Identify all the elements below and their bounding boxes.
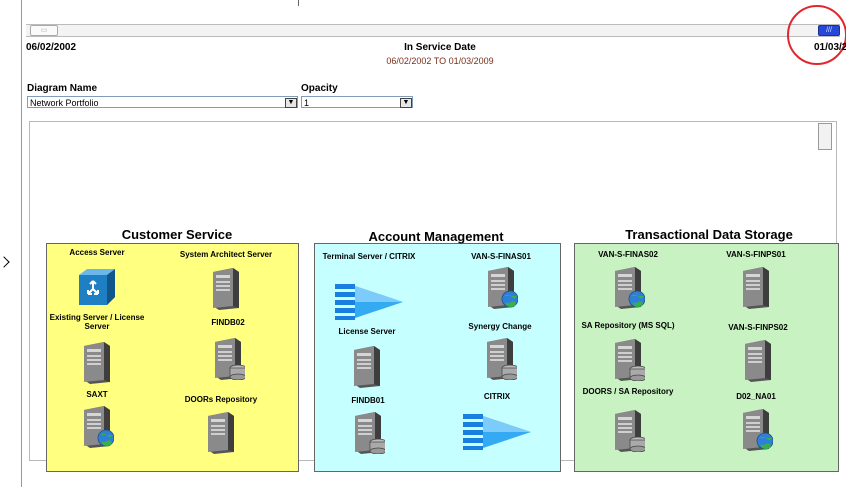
node-label: License Server: [338, 327, 396, 336]
database-server-icon[interactable]: [483, 336, 519, 385]
diagram-name-select[interactable]: Network Portfolio ▼: [27, 96, 298, 108]
database-server-icon[interactable]: [351, 410, 387, 459]
in-service-date-title: In Service Date: [404, 42, 476, 53]
node-label: FINDB01: [351, 396, 385, 405]
opacity-select[interactable]: 1 ▼: [301, 96, 413, 108]
node-label: Synergy Change: [468, 322, 532, 331]
start-date: 06/02/2002: [26, 42, 77, 53]
node-label: DOORs Repository: [184, 395, 258, 404]
web-server-icon[interactable]: [739, 407, 774, 456]
node-label: VAN-S-FINPS01: [726, 250, 786, 259]
server-icon[interactable]: [204, 410, 238, 459]
node-label: FINDB02: [211, 318, 245, 327]
diagram-name-value: Network Portfolio: [30, 98, 99, 108]
chevron-down-icon[interactable]: ▼: [285, 98, 297, 108]
end-date: 01/03/2009: [814, 42, 846, 53]
server-icon[interactable]: [741, 338, 775, 387]
node-label: Access Server: [69, 248, 125, 257]
stream-icon[interactable]: [333, 280, 405, 327]
node-label: Terminal Server / CITRIX: [322, 252, 416, 261]
web-server-icon[interactable]: [484, 265, 519, 314]
node-label: SAXT: [86, 390, 108, 399]
web-server-icon[interactable]: [80, 404, 115, 453]
database-server-icon[interactable]: [211, 336, 247, 385]
frame-border: [21, 0, 22, 487]
chevron-down-icon[interactable]: ▼: [400, 98, 412, 108]
node-label: CITRIX: [483, 392, 511, 401]
opacity-label: Opacity: [301, 83, 338, 94]
slider-start-handle[interactable]: ▭: [30, 25, 58, 36]
group-title: Customer Service: [121, 227, 233, 242]
opacity-value: 1: [304, 98, 310, 108]
database-server-icon[interactable]: [611, 337, 647, 386]
frame-tick: [298, 0, 299, 6]
pointer-arrow-icon: [0, 256, 10, 268]
node-label: VAN-S-FINPS02: [728, 323, 788, 332]
node-label: SA Repository (MS SQL): [581, 321, 675, 330]
web-server-icon[interactable]: [611, 265, 646, 314]
server-icon[interactable]: [80, 340, 114, 389]
group-title: Account Management: [368, 229, 504, 244]
stream-icon[interactable]: [461, 410, 533, 457]
date-slider-track[interactable]: [26, 24, 840, 37]
server-icon[interactable]: [350, 344, 384, 393]
node-label: VAN-S-FINAS01: [471, 252, 531, 261]
scrollbar-thumb[interactable]: [818, 123, 832, 150]
switch-icon[interactable]: [77, 267, 117, 312]
node-label: D02_NA01: [736, 392, 776, 401]
server-icon[interactable]: [209, 266, 243, 315]
server-icon[interactable]: [739, 265, 773, 314]
node-label: DOORS / SA Repository: [582, 387, 674, 396]
date-range: 06/02/2002 TO 01/03/2009: [386, 56, 494, 66]
group-title: Transactional Data Storage: [625, 227, 793, 242]
node-label: VAN-S-FINAS02: [598, 250, 658, 259]
node-label: Existing Server / License Server: [49, 313, 145, 331]
node-label: System Architect Server: [179, 250, 273, 259]
highlight-circle: [787, 5, 846, 65]
database-server-icon[interactable]: [611, 408, 647, 457]
diagram-name-label: Diagram Name: [27, 83, 98, 94]
